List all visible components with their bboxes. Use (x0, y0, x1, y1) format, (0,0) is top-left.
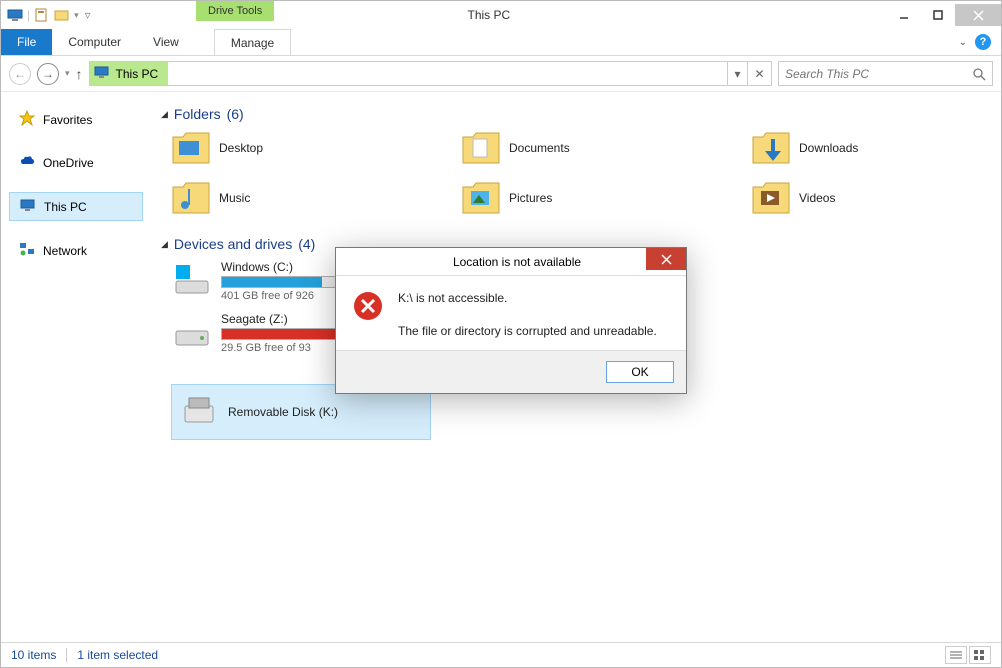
folder-label: Documents (509, 141, 570, 155)
dialog-message-line1: K:\ is not accessible. (398, 290, 657, 307)
sidebar-item-label: OneDrive (43, 156, 94, 170)
collapse-icon[interactable]: ◢ (161, 239, 168, 250)
ribbon-expand-icon[interactable]: ⌄ (959, 37, 967, 48)
sidebar-item-favorites[interactable]: Favorites (9, 106, 143, 133)
hdd-drive-icon (171, 312, 213, 354)
folder-label: Desktop (219, 141, 263, 155)
group-count: (4) (298, 236, 315, 252)
documents-folder-icon (461, 130, 501, 166)
new-folder-icon[interactable] (54, 7, 70, 23)
drive-label: Removable Disk (K:) (228, 405, 338, 419)
properties-icon[interactable] (34, 7, 50, 23)
folder-label: Music (219, 191, 250, 205)
tab-manage[interactable]: Manage (214, 29, 291, 55)
folder-label: Pictures (509, 191, 552, 205)
tab-view[interactable]: View (137, 29, 195, 55)
sidebar-item-thispc[interactable]: This PC (9, 192, 143, 221)
dialog-message-line2: The file or directory is corrupted and u… (398, 323, 657, 340)
search-box[interactable] (778, 61, 993, 86)
folder-pictures[interactable]: Pictures (461, 180, 691, 216)
sidebar-item-label: Network (43, 244, 87, 258)
nav-pane: Favorites OneDrive This PC Network (1, 92, 151, 642)
music-folder-icon (171, 180, 211, 216)
sidebar-item-onedrive[interactable]: OneDrive (9, 149, 143, 176)
address-bar[interactable]: This PC ▾ ✕ (89, 61, 772, 86)
folder-videos[interactable]: Videos (751, 180, 981, 216)
group-header-folders[interactable]: ◢ Folders (6) (161, 106, 981, 122)
network-icon (19, 241, 35, 260)
help-icon[interactable]: ? (975, 34, 991, 50)
maximize-button[interactable] (921, 4, 955, 26)
sidebar-item-network[interactable]: Network (9, 237, 143, 264)
folder-downloads[interactable]: Downloads (751, 130, 981, 166)
view-icons-button[interactable] (969, 646, 991, 664)
folder-label: Downloads (799, 141, 858, 155)
drive-tools-contextual-tab: Drive Tools (196, 1, 274, 21)
folder-desktop[interactable]: Desktop (171, 130, 401, 166)
cloud-icon (19, 153, 35, 172)
breadcrumb-pc-icon (94, 64, 110, 83)
group-label: Devices and drives (174, 236, 292, 252)
address-dropdown-icon[interactable]: ▾ (727, 62, 747, 85)
dialog-title: Location is not available (453, 255, 581, 269)
dialog-close-button[interactable] (646, 248, 686, 270)
breadcrumb-label: This PC (116, 67, 159, 81)
recent-dropdown-icon[interactable]: ▾ (65, 68, 70, 79)
close-button[interactable] (955, 4, 1001, 26)
group-label: Folders (174, 106, 221, 122)
qat-sep: | (27, 8, 30, 22)
collapse-icon[interactable]: ◢ (161, 109, 168, 120)
pictures-folder-icon (461, 180, 501, 216)
forward-button[interactable]: → (37, 63, 59, 85)
error-dialog: Location is not available K:\ is not acc… (335, 247, 687, 394)
folder-documents[interactable]: Documents (461, 130, 691, 166)
star-icon (19, 110, 35, 129)
desktop-folder-icon (171, 130, 211, 166)
removable-drive-icon (178, 391, 220, 433)
dialog-ok-button[interactable]: OK (606, 361, 674, 383)
qat-dropdown-icon[interactable]: ▾ (74, 10, 79, 21)
error-icon (352, 290, 384, 322)
back-button[interactable]: ← (9, 63, 31, 85)
pc-icon (7, 7, 23, 23)
search-icon[interactable] (966, 67, 992, 81)
minimize-button[interactable] (887, 4, 921, 26)
up-button[interactable]: ↑ (76, 66, 83, 82)
pc-icon (20, 197, 36, 216)
status-item-count: 10 items (11, 648, 56, 662)
address-clear-icon[interactable]: ✕ (747, 62, 771, 85)
sidebar-item-label: Favorites (43, 113, 92, 127)
status-separator (66, 648, 67, 662)
tab-file[interactable]: File (1, 29, 52, 55)
folder-label: Videos (799, 191, 835, 205)
view-details-button[interactable] (945, 646, 967, 664)
search-input[interactable] (779, 67, 966, 81)
status-selected-count: 1 item selected (77, 648, 158, 662)
group-count: (6) (227, 106, 244, 122)
os-drive-icon (171, 260, 213, 302)
folder-music[interactable]: Music (171, 180, 401, 216)
sidebar-item-label: This PC (44, 200, 87, 214)
tab-computer[interactable]: Computer (52, 29, 137, 55)
videos-folder-icon (751, 180, 791, 216)
downloads-folder-icon (751, 130, 791, 166)
